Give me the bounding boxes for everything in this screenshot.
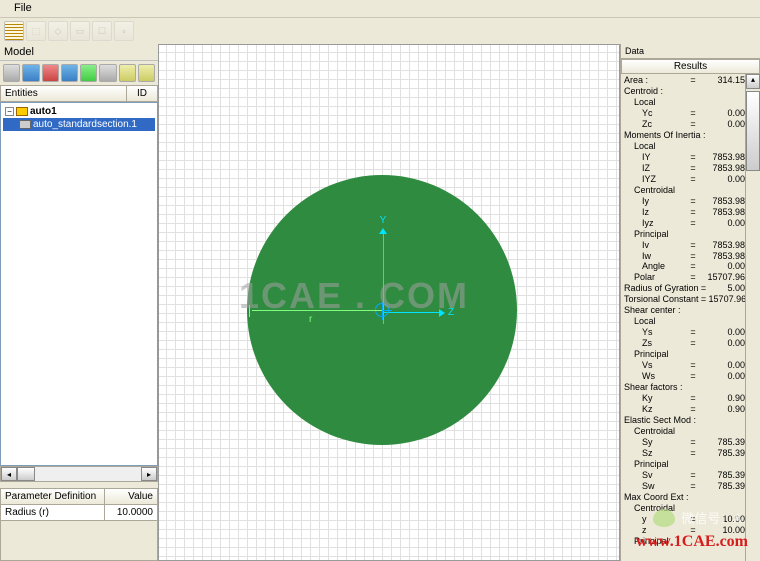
model-tool-icon[interactable]	[22, 64, 39, 82]
toolbar-button[interactable]: ∘	[114, 21, 134, 41]
result-row: Principal	[624, 459, 757, 470]
result-row: Ws=0.0000	[624, 371, 757, 382]
result-row: Centroidal	[624, 426, 757, 437]
model-tool-icon[interactable]	[138, 64, 155, 82]
toolbar-button[interactable]: ☐	[92, 21, 112, 41]
result-row: Principal	[624, 229, 757, 240]
app-toolbar: ⬚ ◇ ▭ ☐ ∘	[0, 18, 760, 44]
result-row: Principal	[624, 349, 757, 360]
scroll-thumb[interactable]	[17, 467, 35, 481]
model-panel-header: Model	[0, 44, 158, 61]
entities-col-name[interactable]: Entities	[1, 86, 127, 101]
result-row: Local	[624, 97, 757, 108]
collapse-icon[interactable]: −	[5, 107, 14, 116]
result-row: Iw=7853.9816	[624, 251, 757, 262]
watermark-text: 1CAE . COM	[239, 275, 469, 317]
menu-file[interactable]: File	[6, 0, 40, 16]
toolbar-button[interactable]: ▭	[70, 21, 90, 41]
model-toolbar	[0, 61, 158, 85]
model-tool-icon[interactable]	[3, 64, 20, 82]
results-body: Area :=314.1593Centroid :LocalYc=0.0000Z…	[621, 74, 760, 561]
result-row: IZ=7853.9816	[624, 163, 757, 174]
tree-h-scrollbar[interactable]: ◂ ▸	[0, 466, 158, 482]
result-row: Max Coord Ext :	[624, 492, 757, 503]
result-row: Iyz=0.0000	[624, 218, 757, 229]
scroll-left-icon[interactable]: ◂	[1, 467, 17, 481]
result-row: Iv=7853.9816	[624, 240, 757, 251]
section-canvas[interactable]: Y Z r 1CAE . COM	[158, 44, 620, 561]
result-row: Shear center :	[624, 305, 757, 316]
model-tool-icon[interactable]	[99, 64, 116, 82]
result-row: Ys=0.0000	[624, 327, 757, 338]
result-row: Vs=0.0000	[624, 360, 757, 371]
model-tool-icon[interactable]	[61, 64, 78, 82]
scroll-thumb[interactable]	[746, 91, 760, 171]
result-row: Centroidal	[624, 185, 757, 196]
result-row: Zc=0.0000	[624, 119, 757, 130]
tree-item-auto1[interactable]: − auto1	[3, 105, 155, 118]
grid-toggle-button[interactable]	[4, 21, 24, 41]
model-tree[interactable]: − auto1 auto_standardsection.1	[0, 102, 158, 466]
results-panel: Data Results Area :=314.1593Centroid :Lo…	[620, 44, 760, 561]
result-row: IY=7853.9816	[624, 152, 757, 163]
model-tool-icon[interactable]	[42, 64, 59, 82]
entities-col-id[interactable]: ID	[127, 86, 157, 101]
results-header: Results	[621, 59, 760, 74]
result-row: Iz=7853.9816	[624, 207, 757, 218]
param-def-header: Parameter Definition Value	[0, 488, 158, 505]
data-header: Data	[621, 44, 760, 59]
tree-item-section[interactable]: auto_standardsection.1	[3, 118, 155, 131]
result-row: Polar=15707.9633	[624, 272, 757, 283]
result-row: Kz=0.9000	[624, 404, 757, 415]
wechat-watermark: 微信号：A	[653, 508, 742, 527]
param-value[interactable]: 10.0000	[105, 505, 157, 520]
scroll-up-icon[interactable]: ▴	[746, 74, 760, 89]
result-row: Sw=785.3982	[624, 481, 757, 492]
result-row: Angle=0.0000	[624, 261, 757, 272]
section-icon	[19, 120, 31, 129]
param-row-radius[interactable]: Radius (r) 10.0000	[0, 505, 158, 521]
left-panel: Model Entities ID − auto1 auto_standards…	[0, 44, 158, 561]
entities-header: Entities ID	[0, 85, 158, 102]
param-label: Radius (r)	[1, 505, 105, 520]
folder-icon	[16, 107, 28, 116]
toolbar-button[interactable]: ⬚	[26, 21, 46, 41]
result-row: Centroid :	[624, 86, 757, 97]
model-tool-icon[interactable]	[119, 64, 136, 82]
result-row: Shear factors :	[624, 382, 757, 393]
menu-bar: File	[0, 0, 760, 18]
result-row: Zs=0.0000	[624, 338, 757, 349]
scroll-right-icon[interactable]: ▸	[141, 467, 157, 481]
result-row: Local	[624, 141, 757, 152]
results-v-scrollbar[interactable]: ▴	[745, 74, 760, 561]
result-row: Area :=314.1593	[624, 75, 757, 86]
result-row: Sy=785.3982	[624, 437, 757, 448]
result-row: Sv=785.3982	[624, 470, 757, 481]
result-row: Elastic Sect Mod :	[624, 415, 757, 426]
result-row: Moments Of Inertia :	[624, 130, 757, 141]
toolbar-button[interactable]: ◇	[48, 21, 68, 41]
result-row: Iy=7853.9816	[624, 196, 757, 207]
watermark-url: www.1CAE.com	[636, 533, 748, 551]
result-row: Local	[624, 316, 757, 327]
result-row: Torsional Constant=15707.9633	[624, 294, 757, 305]
result-row: IYZ=0.0000	[624, 174, 757, 185]
result-row: Radius of Gyration=5.0000	[624, 283, 757, 294]
model-tool-icon[interactable]	[80, 64, 97, 82]
result-row: Ky=0.9000	[624, 393, 757, 404]
result-row: Yc=0.0000	[624, 108, 757, 119]
param-row-empty	[0, 521, 158, 561]
result-row: Sz=785.3982	[624, 448, 757, 459]
wechat-icon	[653, 509, 675, 527]
